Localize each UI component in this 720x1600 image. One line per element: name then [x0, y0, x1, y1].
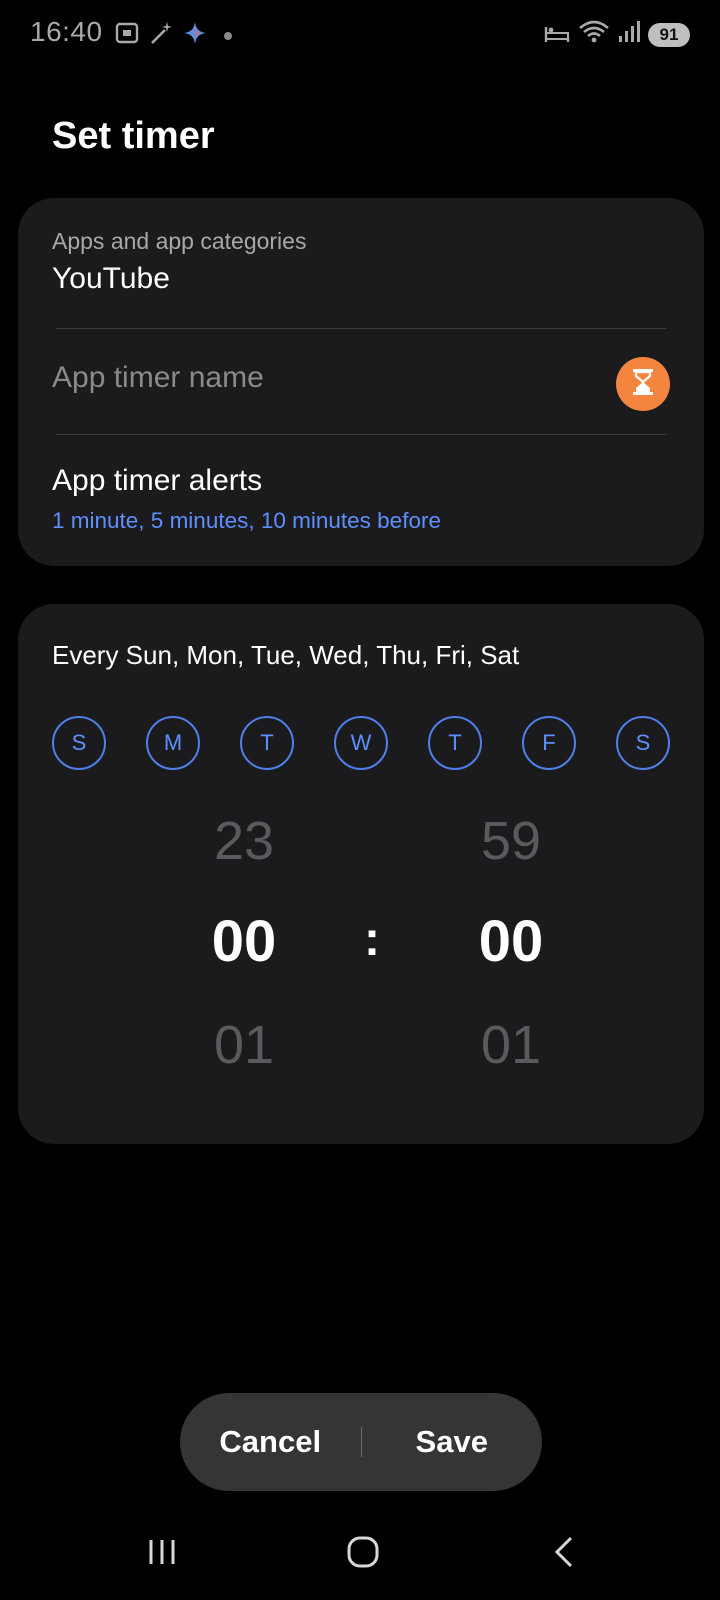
day-wednesday-toggle[interactable]: W	[334, 716, 388, 770]
timer-settings-card: Apps and app categories YouTube App time…	[18, 198, 704, 566]
wifi-icon	[578, 20, 610, 49]
screenshot-icon	[114, 20, 140, 51]
sleep-mode-icon	[544, 21, 570, 48]
day-sunday-toggle[interactable]: S	[52, 716, 106, 770]
day-saturday-toggle[interactable]: S	[616, 716, 670, 770]
day-tuesday-toggle[interactable]: T	[240, 716, 294, 770]
day-friday-toggle[interactable]: F	[522, 716, 576, 770]
divider	[56, 434, 666, 435]
apps-field-label: Apps and app categories	[52, 228, 307, 254]
status-bar: 16:40 91	[0, 0, 720, 68]
home-icon	[346, 1535, 380, 1574]
status-icons-left	[114, 20, 232, 51]
day-thursday-toggle[interactable]: T	[428, 716, 482, 770]
day-selector: S M T W T F S	[52, 716, 670, 770]
status-icons-right: 91	[544, 20, 690, 49]
minutes-prev[interactable]: 59	[451, 810, 571, 872]
app-timer-name-input[interactable]: App timer name	[52, 348, 572, 408]
schedule-card: Every Sun, Mon, Tue, Wed, Thu, Fri, Sat …	[18, 604, 704, 1144]
recent-apps-icon	[146, 1537, 178, 1572]
hours-current[interactable]: 00	[184, 908, 304, 975]
sparkle-icon	[182, 20, 208, 51]
time-picker: 23 00 01 : 59 00 01	[18, 784, 704, 1124]
notification-dot-icon	[224, 31, 232, 40]
time-separator: :	[364, 913, 380, 966]
hourglass-icon	[630, 368, 656, 401]
set-timer-screen: 16:40 91 Set timer Apps and app categori…	[0, 0, 720, 1600]
cellular-signal-icon	[618, 20, 640, 49]
repeat-summary: Every Sun, Mon, Tue, Wed, Thu, Fri, Sat	[52, 640, 520, 670]
battery-indicator: 91	[648, 22, 690, 47]
navigation-bar	[0, 1520, 720, 1600]
recent-apps-button[interactable]	[132, 1534, 192, 1574]
hours-prev[interactable]: 23	[184, 810, 304, 872]
page-title: Set timer	[52, 115, 215, 157]
day-monday-toggle[interactable]: M	[146, 716, 200, 770]
minutes-current[interactable]: 00	[451, 908, 571, 975]
timer-icon-button[interactable]	[616, 357, 670, 411]
home-button[interactable]	[333, 1534, 393, 1574]
back-icon	[551, 1535, 577, 1574]
minutes-next[interactable]: 01	[451, 1014, 571, 1076]
app-timer-alerts-row[interactable]: App timer alerts 1 minute, 5 minutes, 10…	[18, 438, 704, 558]
action-bar: Cancel Save	[180, 1393, 542, 1491]
status-time: 16:40	[30, 16, 103, 47]
back-button[interactable]	[534, 1534, 594, 1574]
magic-wand-icon	[148, 20, 174, 51]
apps-field-value: YouTube	[52, 262, 170, 295]
hours-next[interactable]: 01	[184, 1014, 304, 1076]
divider	[56, 328, 666, 329]
cancel-button[interactable]: Cancel	[180, 1393, 361, 1491]
alerts-title: App timer alerts	[52, 464, 263, 497]
alerts-subtitle: 1 minute, 5 minutes, 10 minutes before	[52, 508, 441, 533]
save-button[interactable]: Save	[362, 1393, 543, 1491]
